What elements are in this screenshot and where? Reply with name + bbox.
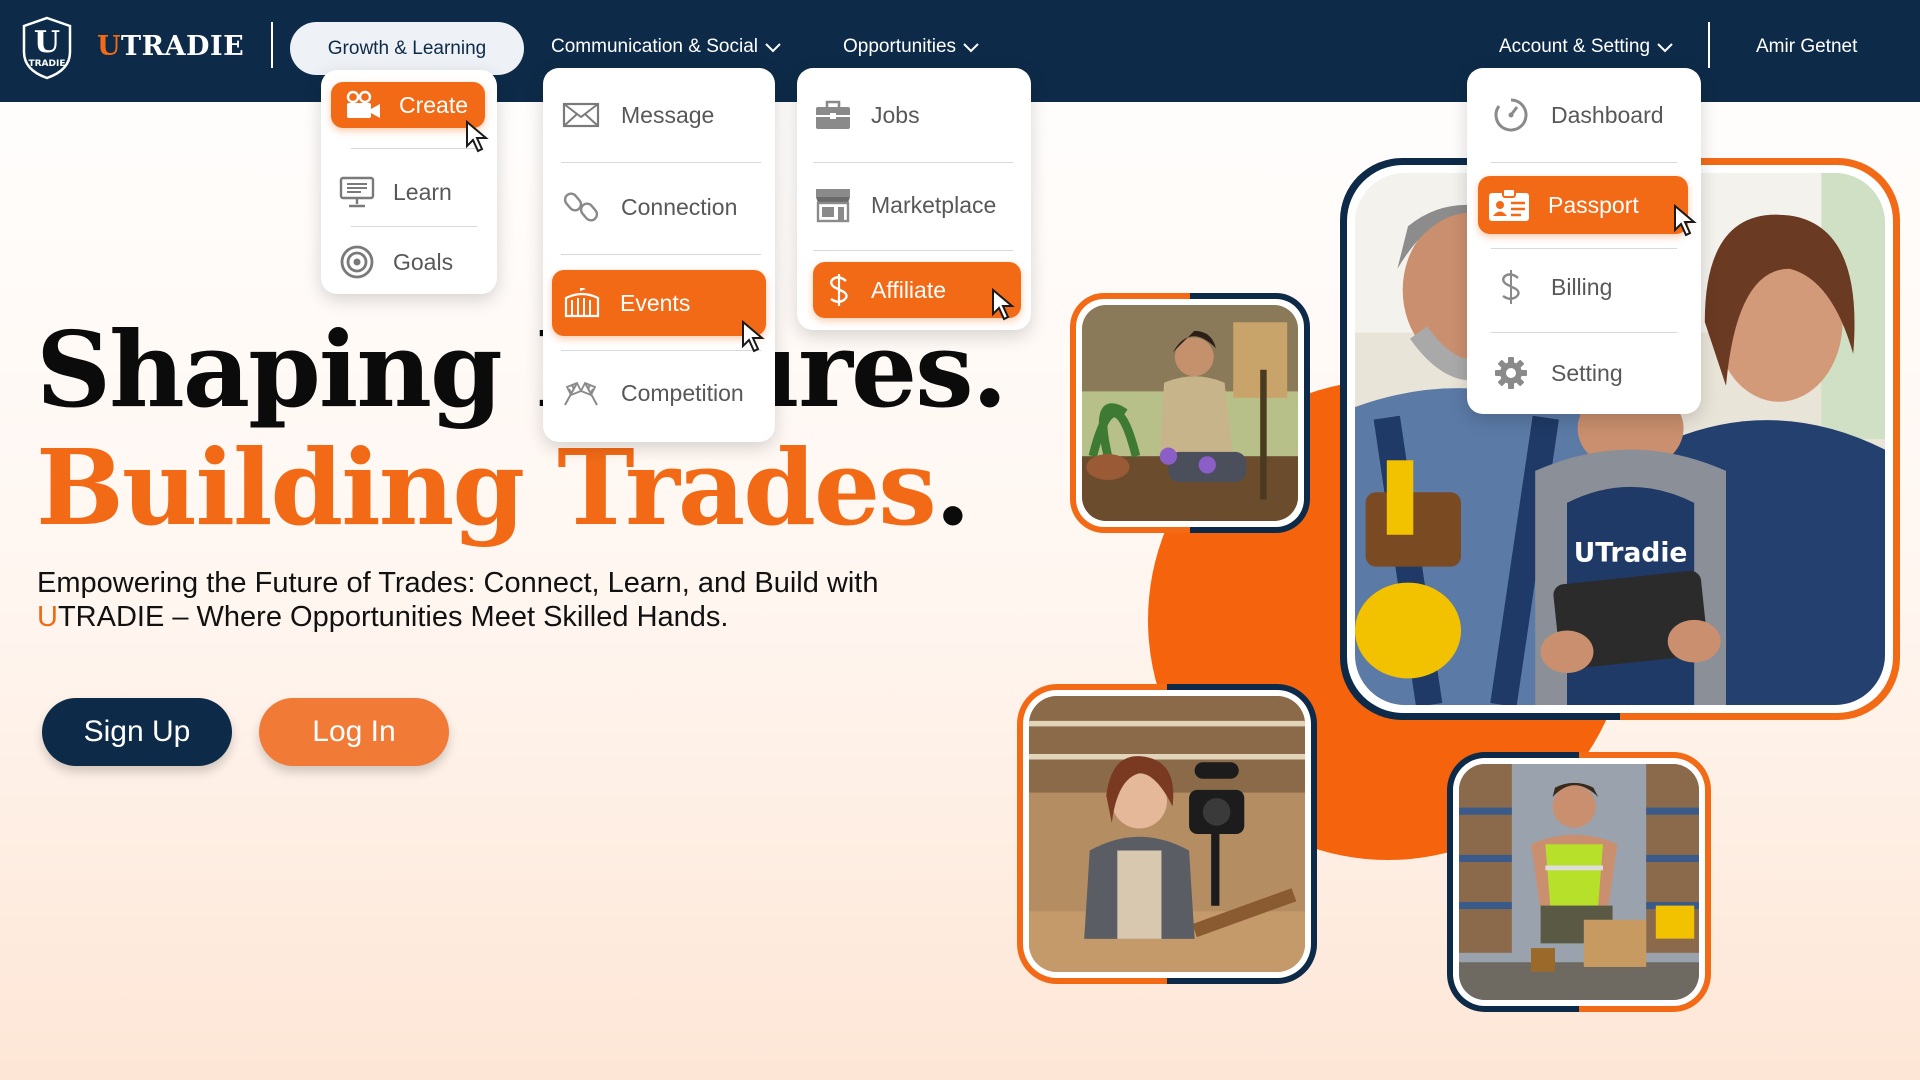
user-name[interactable]: Amir Getnet (1756, 36, 1857, 58)
menu-divider (561, 162, 761, 163)
menu-divider (561, 254, 761, 255)
gardener-photo (1082, 305, 1298, 521)
menu-dashboard-label: Dashboard (1551, 101, 1664, 128)
growth-learning-menu: Create Learn Goals (321, 70, 497, 294)
menu-events-label: Events (620, 289, 691, 316)
hero-title-line2: Building Trades. (36, 426, 971, 549)
menu-item-passport[interactable]: Passport (1478, 176, 1688, 234)
nav-account-setting[interactable]: Account & Setting (1499, 36, 1674, 58)
menu-message-label: Message (621, 101, 715, 128)
nav-opportunities[interactable]: Opportunities (843, 36, 980, 58)
woodworker-photo-frame (1017, 684, 1317, 984)
link-icon (561, 189, 601, 225)
dollar-icon (819, 272, 859, 308)
brand-name[interactable]: UTRADIE (97, 31, 244, 62)
nav-divider (271, 22, 273, 68)
menu-connection-label: Connection (621, 193, 738, 220)
stadium-icon (562, 288, 602, 318)
menu-divider (1491, 332, 1677, 333)
monitor-icon (337, 176, 377, 208)
menu-billing-label: Billing (1551, 273, 1613, 300)
menu-divider (351, 148, 477, 149)
utradie-logo-icon[interactable]: U TRADIE (20, 16, 74, 80)
menu-item-dashboard[interactable]: Dashboard (1491, 92, 1691, 138)
gardener-photo-frame (1070, 293, 1310, 533)
menu-item-affiliate[interactable]: Affiliate (813, 262, 1021, 318)
chevron-down-icon (765, 43, 781, 53)
menu-divider (813, 162, 1013, 163)
menu-item-learn[interactable]: Learn (337, 170, 487, 214)
menu-marketplace-label: Marketplace (871, 191, 997, 218)
log-in-button[interactable]: Log In (259, 698, 449, 766)
nav-communication-social[interactable]: Communication & Social (551, 36, 782, 58)
log-in-label: Log In (312, 715, 396, 748)
nav-communication-label: Communication & Social (551, 36, 758, 57)
chevron-down-icon (1657, 43, 1673, 53)
menu-item-setting[interactable]: Setting (1491, 350, 1691, 396)
menu-item-connection[interactable]: Connection (561, 184, 761, 230)
menu-item-billing[interactable]: Billing (1491, 264, 1691, 310)
hero-title-dot: . (934, 426, 971, 549)
menu-affiliate-label: Affiliate (871, 276, 947, 303)
menu-competition-label: Competition (621, 379, 744, 406)
menu-item-jobs[interactable]: Jobs (813, 92, 1013, 138)
mouse-cursor-icon (1674, 204, 1697, 237)
tagline-part1: Empowering the Future of Trades: Connect… (37, 567, 879, 599)
account-setting-menu: Dashboard Passport Billing Setting (1467, 68, 1701, 414)
warehouse-worker-photo (1459, 764, 1699, 1000)
store-icon (813, 187, 853, 223)
camera-icon (339, 90, 387, 120)
menu-learn-label: Learn (393, 178, 452, 205)
brand-rest: TRADIE (121, 31, 245, 62)
sign-up-label: Sign Up (83, 715, 191, 748)
dollar-icon (1491, 268, 1531, 306)
woodworker-photo (1029, 696, 1305, 972)
id-card-icon (1486, 187, 1532, 223)
nav-growth-learning[interactable]: Growth & Learning (290, 22, 524, 75)
mouse-cursor-icon (742, 320, 765, 353)
chevron-down-icon (963, 43, 979, 53)
nav-divider (1708, 22, 1710, 68)
nav-opportunities-label: Opportunities (843, 36, 957, 57)
menu-divider (1491, 162, 1677, 163)
menu-divider (561, 350, 761, 351)
envelope-icon (561, 101, 601, 129)
logo-caption: TRADIE (28, 59, 65, 69)
menu-item-events[interactable]: Events (552, 270, 766, 336)
menu-item-create[interactable]: Create (331, 82, 485, 128)
menu-goals-label: Goals (393, 248, 454, 275)
nav-growth-label: Growth & Learning (327, 37, 487, 59)
gauge-icon (1491, 97, 1531, 133)
menu-divider (813, 250, 1013, 251)
menu-item-goals[interactable]: Goals (337, 240, 487, 284)
hero-tagline: Empowering the Future of Trades: Connect… (37, 566, 997, 634)
nav-account-label: Account & Setting (1499, 36, 1651, 57)
briefcase-icon (813, 99, 853, 131)
warehouse-photo-frame (1447, 752, 1711, 1012)
brand-prefix: U (97, 31, 122, 62)
gear-icon (1491, 355, 1531, 391)
race-flags-icon (561, 379, 601, 407)
mouse-cursor-icon (992, 288, 1015, 321)
menu-create-label: Create (399, 91, 469, 118)
tagline-brand-u: U (37, 601, 58, 633)
menu-item-marketplace[interactable]: Marketplace (813, 182, 1023, 228)
menu-item-message[interactable]: Message (561, 92, 761, 138)
menu-divider (351, 226, 477, 227)
menu-setting-label: Setting (1551, 359, 1623, 386)
sign-up-button[interactable]: Sign Up (42, 698, 232, 766)
logo-letter: U (34, 25, 60, 60)
menu-divider (1491, 248, 1677, 249)
menu-passport-label: Passport (1548, 191, 1639, 218)
target-icon (337, 244, 377, 280)
communication-social-menu: Message Connection Events Competition (543, 68, 775, 442)
menu-item-competition[interactable]: Competition (561, 370, 771, 416)
hero-title-line2-text: Building Trades (36, 426, 937, 549)
menu-jobs-label: Jobs (871, 101, 920, 128)
tagline-part2: TRADIE – Where Opportunities Meet Skille… (57, 601, 729, 633)
mouse-cursor-icon (466, 120, 489, 153)
apron-text: UTradie (1574, 537, 1688, 568)
